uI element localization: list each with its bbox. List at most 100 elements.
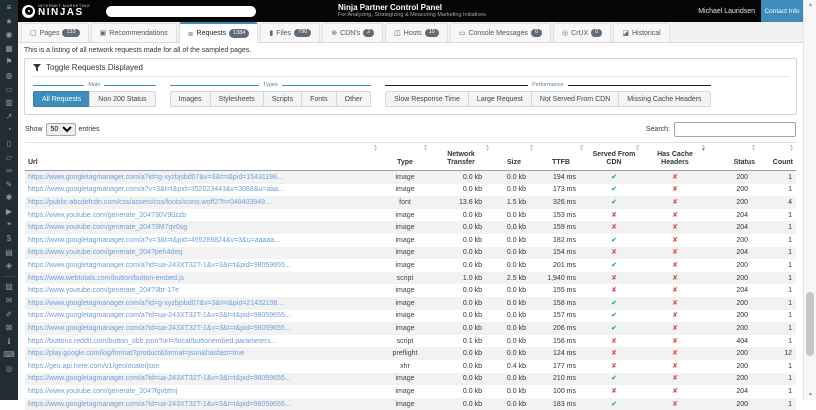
envelope-icon[interactable]: ✉ <box>6 296 13 305</box>
column-header-count[interactable]: Count ▲ ▼ <box>758 141 796 172</box>
cross-icon: ✘ <box>672 375 678 383</box>
request-url-link[interactable]: https://www.youtube.com/generate_204?fgv… <box>28 388 177 395</box>
mobile-icon[interactable]: ▱ <box>6 153 12 162</box>
url-cell: https://www.googletagmanager.com/a?id=ua… <box>25 259 380 272</box>
tab-recommendations[interactable]: ▣ Recommendations <box>90 23 177 42</box>
tab-requests[interactable]: ≣ Requests 1384 <box>178 22 259 43</box>
filter-button-stylesheets[interactable]: Stylesheets <box>209 91 264 107</box>
certificate-icon[interactable]: ◈ <box>6 261 12 270</box>
filter-button-large-request[interactable]: Large Request <box>467 91 532 107</box>
request-url-link[interactable]: https://www.googletagmanager.com/a?id=ua… <box>28 401 291 408</box>
comment-icon[interactable]: ❝ <box>7 221 11 230</box>
request-url-link[interactable]: https://www.youtube.com/generate_204?peh… <box>28 249 182 256</box>
tab-console-messages[interactable]: ▭ Console Messages 0 <box>449 23 552 42</box>
network-transfer-cell: 0.0 kb <box>462 249 482 257</box>
column-header-url[interactable]: Url ▲ ▼ <box>25 141 380 172</box>
filter-button-missing-cache-headers[interactable]: Missing Cache Headers <box>618 91 711 107</box>
request-url-link[interactable]: https://www.googletagmanager.com/a?id=g-… <box>28 174 283 181</box>
running-icon[interactable]: ⚑ <box>5 57 12 66</box>
column-header-network-transfer[interactable]: Network Transfer ▲ ▼ <box>430 141 492 172</box>
tv-icon[interactable]: ▭ <box>5 85 13 94</box>
request-url-link[interactable]: https://www.googletagmanager.com/a?id=ua… <box>28 262 291 269</box>
vertical-scrollbar[interactable]: ▲ ▼ <box>803 0 816 400</box>
tab-files[interactable]: ▮ Files 790 <box>260 23 321 42</box>
request-url-link[interactable]: https://geo.api.here.com/v1/geolocate/js… <box>28 363 160 370</box>
url-cell: https://www.googletagmanager.com/a?v=3&t… <box>25 184 380 197</box>
pencil-icon[interactable]: ✎ <box>6 180 13 189</box>
dashboard-icon[interactable]: ◉ <box>6 30 13 39</box>
user-name[interactable]: Michael Lauridsen <box>698 8 755 15</box>
request-url-link[interactable]: https://www.youtube.com/generate_204?3M7… <box>28 224 187 231</box>
status-cell: 200 <box>736 350 748 358</box>
filter-button-not-served-from-cdn[interactable]: Not Served From CDN <box>530 91 620 107</box>
bar-chart-icon[interactable]: ▥ <box>5 98 13 107</box>
request-url-link[interactable]: https://buttons.reddit.com/button_obb.js… <box>28 338 276 345</box>
laptop-icon[interactable]: ▯ <box>7 139 11 148</box>
filter-button-scripts[interactable]: Scripts <box>262 91 303 107</box>
pages-icon: ▢ <box>30 30 37 37</box>
lock-icon[interactable]: ⊠ <box>6 323 13 332</box>
dollar-icon[interactable]: $ <box>7 234 11 243</box>
column-header-ttfb[interactable]: TTFB ▲ ▼ <box>536 141 586 172</box>
tools-icon[interactable]: ✱ <box>6 193 13 202</box>
scroll-up-icon[interactable]: ▲ <box>804 2 816 8</box>
sort-icon: ▲ ▼ <box>635 144 640 153</box>
globe-icon[interactable]: ◍ <box>6 71 13 80</box>
count-cell: 1 <box>788 362 792 370</box>
tab-pages[interactable]: ▢ Pages 133 <box>21 23 89 42</box>
filter-button-other[interactable]: Other <box>335 91 372 107</box>
request-url-link[interactable]: https://play.google.com/log/format?produ… <box>28 350 245 357</box>
scrollbar-thumb[interactable] <box>806 292 814 356</box>
tab-crux[interactable]: ◎ CrUX 0 <box>553 23 612 42</box>
filter-button-images[interactable]: Images <box>169 91 211 107</box>
search-input[interactable] <box>674 122 796 137</box>
request-url-link[interactable]: https://public-abcdefcdn.com/css/assets/… <box>28 199 271 206</box>
document-icon[interactable]: ▧ <box>5 282 13 291</box>
scroll-down-icon[interactable]: ▼ <box>804 392 816 398</box>
tab-label: Pages <box>39 29 60 37</box>
request-url-link[interactable]: https://www.youtube.com/generate_204?3br… <box>28 287 179 294</box>
filter-button-non-200-status[interactable]: Non 200 Status <box>89 91 156 107</box>
has-cache-headers-cell: ✘ <box>642 234 708 247</box>
request-url-link[interactable]: https://www.youtube.com/generate_204?30V… <box>28 212 186 219</box>
column-header-served-from-cdn[interactable]: Served From CDN ▲ ▼ <box>586 141 642 172</box>
building-icon[interactable]: ▦ <box>5 44 13 53</box>
cross-icon: ✘ <box>672 211 678 219</box>
cdns-icon: ⊕ <box>331 30 338 37</box>
filter-button-slow-response-time[interactable]: Slow Response Time <box>385 91 469 107</box>
keyboard-icon[interactable]: ⌨ <box>3 350 15 359</box>
tab-hosts[interactable]: ◫ Hosts 10 <box>385 23 448 42</box>
column-header-has-cache-headers[interactable]: Has Cache Headers ▲ ▼ <box>642 141 708 172</box>
edit-icon[interactable]: ✐ <box>6 310 13 319</box>
request-url-link[interactable]: https://www.googletagmanager.com/a?id=g-… <box>28 300 283 307</box>
filter-panel: Toggle Requests Displayed Main All Reques… <box>24 58 797 115</box>
filter-button-fonts[interactable]: Fonts <box>301 91 337 107</box>
binoculars-icon[interactable]: ◔ <box>7 125 12 134</box>
page-size-select[interactable]: 50 <box>45 123 76 136</box>
menu-icon[interactable]: ≡ <box>7 3 12 12</box>
tab-cdns[interactable]: ⊕ CDN's 2 <box>322 23 384 42</box>
video-icon[interactable]: ▶ <box>6 207 12 216</box>
has-cache-headers-cell: ✘ <box>642 297 708 310</box>
request-url-link[interactable]: https://www.googletagmanager.com/a?id=ua… <box>28 312 291 319</box>
file-icon[interactable]: ▤ <box>5 248 13 257</box>
brand[interactable]: INTERNET MARKETING NINJAS <box>22 4 90 18</box>
request-url-link[interactable]: https://www.googletagmanager.com/a?id=ua… <box>28 325 291 332</box>
request-url-link[interactable]: https://www.googletagmanager.com/a?v=3&t… <box>28 237 280 244</box>
link-icon[interactable]: ∞ <box>6 166 12 175</box>
camera-icon[interactable]: ◎ <box>6 364 13 373</box>
column-header-status[interactable]: Status ▲ ▼ <box>708 141 758 172</box>
check-icon: ✔ <box>611 400 617 408</box>
tab-historical[interactable]: ◪ Historical <box>613 23 670 42</box>
filter-button-all-requests[interactable]: All Requests <box>33 91 91 107</box>
line-chart-icon[interactable]: ↗ <box>6 112 13 121</box>
column-header-size[interactable]: Size ▲ ▼ <box>492 141 536 172</box>
info-icon[interactable]: ℹ <box>7 337 10 346</box>
request-url-link[interactable]: https://www.googletagmanager.com/a?v=3&t… <box>28 186 284 193</box>
column-header-type[interactable]: Type ▲ ▼ <box>380 141 430 172</box>
top-bar: INTERNET MARKETING NINJAS Ninja Partner … <box>18 0 803 22</box>
request-url-link[interactable]: https://www.webtotals.com/button/button-… <box>28 275 184 282</box>
contact-info-button[interactable]: Contact Info <box>761 0 803 22</box>
request-url-link[interactable]: https://www.googletagmanager.com/a?id=ua… <box>28 375 291 382</box>
star-icon[interactable]: ★ <box>5 17 12 26</box>
